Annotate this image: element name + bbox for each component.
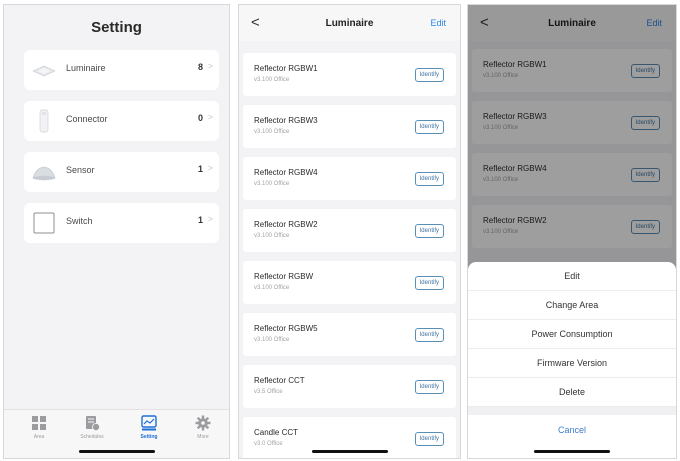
luminaire-panel-icon [32, 65, 56, 77]
chevron-right-icon: > [207, 61, 213, 71]
identify-button[interactable]: Identify [414, 328, 444, 342]
sheet-separator [468, 407, 676, 415]
tab-label: More [197, 434, 209, 440]
home-indicator [311, 450, 388, 453]
chevron-right-icon: > [207, 214, 213, 224]
page-title: Setting [91, 19, 142, 36]
luminaire-subtitle: v3.100 Office [254, 233, 290, 239]
device-name: Switch [66, 216, 93, 226]
luminaire-name: Reflector RGBW1 [254, 64, 318, 73]
home-indicator [78, 450, 155, 453]
action-edit[interactable]: Edit [468, 262, 676, 291]
luminaire-subtitle: v3.0 Office [254, 441, 283, 447]
nav-bar: < Luminaire Edit [239, 5, 460, 41]
switch-icon [33, 212, 55, 234]
home-indicator [534, 450, 610, 453]
device-row-sensor[interactable]: Sensor 1 > [24, 152, 219, 192]
luminaire-row[interactable]: Reflector RGBW v3.100 Office Identify [243, 261, 456, 304]
identify-button[interactable]: Identify [414, 172, 444, 186]
luminaire-name: Reflector CCT [254, 376, 305, 385]
luminaire-subtitle: v3.5 Office [254, 389, 283, 395]
luminaire-name: Reflector RGBW5 [254, 324, 318, 333]
luminaire-row[interactable]: Reflector RGBW5 v3.100 Office Identify [243, 313, 456, 356]
luminaire-subtitle: v3.100 Office [254, 285, 290, 291]
page-title: Luminaire [325, 18, 374, 29]
edit-button[interactable]: Edit [430, 18, 446, 28]
luminaire-name: Reflector RGBW3 [254, 116, 318, 125]
luminaire-row[interactable]: Reflector RGBW1 v3.100 Office Identify [243, 53, 456, 96]
device-count: 1 [197, 215, 203, 225]
luminaire-row[interactable]: Reflector CCT v3.5 Office Identify [243, 365, 456, 408]
action-delete[interactable]: Delete [468, 378, 676, 407]
action-power-consumption[interactable]: Power Consumption [468, 320, 676, 349]
identify-button[interactable]: Identify [414, 432, 444, 446]
setting-chart-icon [141, 415, 157, 431]
sensor-icon [32, 166, 56, 181]
device-row-connector[interactable]: Connector 0 > [24, 101, 219, 141]
action-change-area[interactable]: Change Area [468, 291, 676, 320]
luminaire-action-screen: < Luminaire Edit Reflector RGBW1 v3.100 … [467, 4, 677, 459]
device-row-switch[interactable]: Switch 1 > [24, 203, 219, 243]
action-firmware-version[interactable]: Firmware Version [468, 349, 676, 378]
device-count: 1 [197, 164, 203, 174]
tab-bar: Area Schedules Setting More [4, 409, 229, 458]
luminaire-subtitle: v3.100 Office [254, 129, 290, 135]
action-sheet: Edit Change Area Power Consumption Firmw… [468, 262, 676, 458]
device-name: Connector [66, 114, 108, 124]
device-count: 0 [197, 113, 203, 123]
device-count: 8 [197, 62, 203, 72]
setting-screen: Setting Luminaire 8 > Connector 0 > Sens… [3, 4, 230, 459]
luminaire-row[interactable]: Reflector RGBW4 v3.100 Office Identify [243, 157, 456, 200]
luminaire-subtitle: v3.100 Office [254, 181, 290, 187]
identify-button[interactable]: Identify [414, 276, 444, 290]
tab-label: Area [33, 434, 45, 440]
identify-button[interactable]: Identify [414, 68, 444, 82]
schedules-icon [86, 416, 100, 431]
luminaire-row[interactable]: Reflector RGBW3 v3.100 Office Identify [243, 105, 456, 148]
tab-more[interactable]: More [178, 415, 228, 440]
device-name: Luminaire [66, 63, 106, 73]
luminaire-row[interactable]: Reflector RGBW2 v3.100 Office Identify [243, 209, 456, 252]
identify-button[interactable]: Identify [414, 380, 444, 394]
luminaire-screen: < Luminaire Edit Reflector RGBW1 v3.100 … [238, 4, 461, 459]
device-row-luminaire[interactable]: Luminaire 8 > [24, 50, 219, 90]
cancel-button[interactable]: Cancel [468, 415, 676, 445]
tab-setting[interactable]: Setting [124, 415, 174, 440]
tab-schedules[interactable]: Schedules [67, 415, 117, 440]
luminaire-name: Reflector RGBW2 [254, 220, 318, 229]
luminaire-name: Reflector RGBW4 [254, 168, 318, 177]
chevron-right-icon: > [207, 112, 213, 122]
luminaire-name: Reflector RGBW [254, 272, 314, 281]
luminaire-subtitle: v3.100 Office [254, 77, 290, 83]
identify-button[interactable]: Identify [414, 224, 444, 238]
connector-icon [39, 109, 49, 133]
tab-label: Setting [140, 434, 158, 440]
luminaire-subtitle: v3.100 Office [254, 337, 290, 343]
tab-area[interactable]: Area [14, 415, 64, 440]
chevron-right-icon: > [207, 163, 213, 173]
tab-label: Schedules [80, 434, 104, 440]
luminaire-name: Candle CCT [254, 428, 299, 437]
device-name: Sensor [66, 165, 95, 175]
gear-icon [195, 415, 211, 431]
identify-button[interactable]: Identify [414, 120, 444, 134]
area-grid-icon [32, 416, 46, 430]
